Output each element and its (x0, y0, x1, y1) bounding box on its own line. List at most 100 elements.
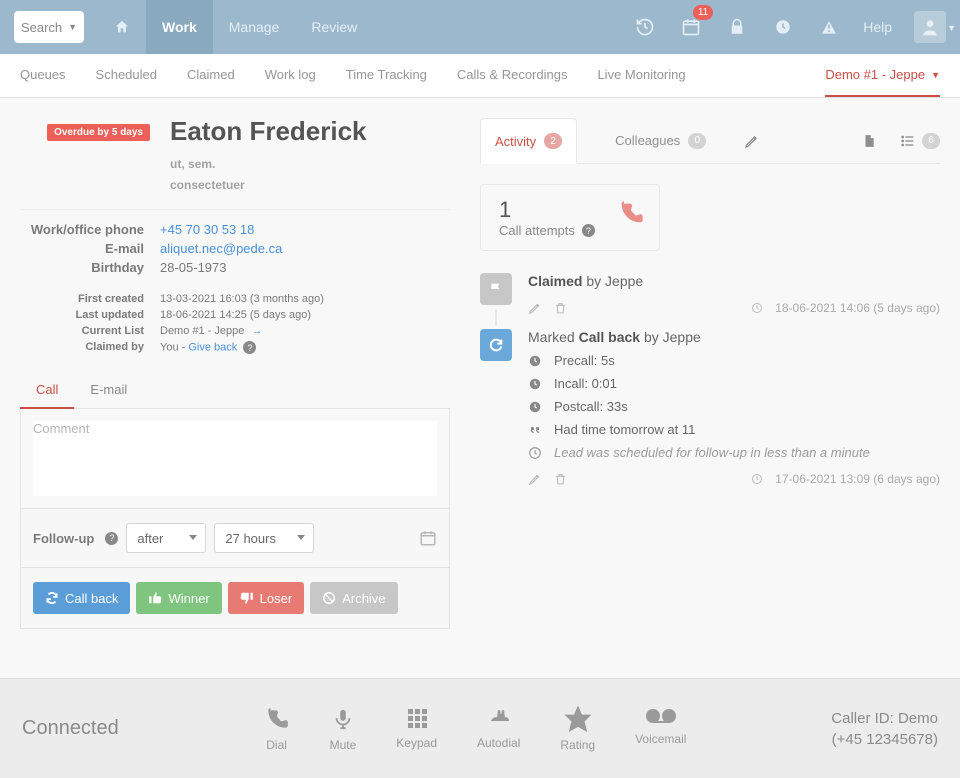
event-time: 17-06-2021 13:09 (6 days ago) (775, 472, 940, 486)
history-icon[interactable] (633, 15, 657, 39)
value-list: Demo #1 - Jeppe → (160, 325, 450, 337)
lead-info: Work/office phone +45 70 30 53 18 E-mail… (20, 222, 450, 354)
dial-button[interactable]: Dial (264, 706, 290, 752)
subnav-queues[interactable]: Queues (20, 54, 66, 97)
quote-icon (528, 423, 544, 437)
home-icon (114, 19, 130, 35)
label-phone: Work/office phone (20, 222, 160, 237)
subnav-scheduled[interactable]: Scheduled (96, 54, 157, 97)
thumbs-down-icon (240, 591, 254, 605)
timeline-item: Marked Call back by Jeppe Precall: 5s In… (480, 329, 940, 500)
phone-icon (264, 706, 290, 732)
edit-icon[interactable] (528, 472, 542, 486)
action-buttons: Call back Winner Loser Archive (20, 568, 450, 629)
dialer-bar: Connected Dial Mute Keypad Autodial Rati… (0, 678, 960, 778)
rating-button[interactable]: Rating (560, 706, 595, 752)
tab-call[interactable]: Call (20, 372, 74, 409)
lead-subtitle-1: ut, sem. (170, 155, 450, 174)
warning-icon[interactable] (817, 15, 841, 39)
subnav-claimed[interactable]: Claimed (187, 54, 235, 97)
subnav-demo[interactable]: Demo #1 - Jeppe ▼ (825, 54, 940, 97)
ban-icon (322, 591, 336, 605)
caret-down-icon: ▼ (947, 23, 956, 33)
edit-icon[interactable] (528, 301, 542, 315)
help-icon[interactable]: ? (105, 532, 118, 545)
connection-status: Connected (22, 717, 119, 740)
caret-down-icon: ▼ (931, 70, 940, 80)
value-birthday: 28-05-1973 (160, 260, 450, 275)
keypad-icon (405, 706, 429, 730)
followup-mode-select[interactable]: after (126, 523, 206, 553)
activity-panel: Activity 2 Colleagues 0 6 1 Call attempt… (480, 118, 940, 678)
trash-icon[interactable] (554, 472, 567, 486)
value-claimed: You - Give back ? (160, 341, 450, 354)
followup-delay-select[interactable]: 27 hours (214, 523, 314, 553)
call-attempts-card: 1 Call attempts ? (480, 184, 660, 251)
calendar-icon[interactable]: 11 (679, 15, 703, 39)
clock-icon (751, 302, 763, 314)
subnav-live[interactable]: Live Monitoring (597, 54, 685, 97)
keypad-button[interactable]: Keypad (396, 706, 437, 752)
tab-colleagues[interactable]: Colleagues 0 (601, 119, 720, 163)
comment-area (20, 409, 450, 509)
lead-name: Eaton Frederick (170, 116, 450, 147)
refresh-icon (480, 329, 512, 361)
lock-icon[interactable] (725, 15, 749, 39)
arrow-right-icon[interactable]: → (251, 325, 262, 337)
subnav-timetracking[interactable]: Time Tracking (346, 54, 427, 97)
comment-input[interactable] (33, 421, 437, 496)
caller-id: Caller ID: Demo (+45 12345678) (831, 708, 938, 750)
followup-row: Follow-up ? after 27 hours (20, 509, 450, 568)
followup-label: Follow-up (33, 531, 94, 546)
value-email[interactable]: aliquet.nec@pede.ca (160, 241, 282, 256)
label-created: First created (20, 293, 160, 305)
flag-icon (480, 273, 512, 305)
activity-tabs: Activity 2 Colleagues 0 6 (480, 118, 940, 164)
callback-button[interactable]: Call back (33, 582, 130, 614)
winner-button[interactable]: Winner (136, 582, 221, 614)
attempts-label: Call attempts (499, 223, 575, 238)
top-bar: Search ▼ Work Manage Review 11 Help ▼ (0, 0, 960, 54)
mute-button[interactable]: Mute (330, 706, 357, 752)
help-icon[interactable]: ? (243, 341, 256, 354)
lead-subtitle-2: consectetuer (170, 176, 450, 195)
label-email: E-mail (20, 241, 160, 256)
compose-tabs: Call E-mail (20, 372, 450, 409)
colleagues-count: 0 (688, 133, 706, 149)
user-avatar[interactable]: ▼ (914, 11, 946, 43)
nav-review[interactable]: Review (295, 0, 373, 54)
calendar-icon[interactable] (419, 529, 437, 547)
help-link[interactable]: Help (863, 19, 892, 35)
give-back-link[interactable]: Give back (188, 342, 237, 354)
value-updated: 18-06-2021 14:25 (5 days ago) (160, 309, 450, 321)
event-time: 18-06-2021 14:06 (5 days ago) (775, 301, 940, 315)
document-icon[interactable] (862, 133, 876, 149)
subnav-calls[interactable]: Calls & Recordings (457, 54, 568, 97)
event-title: Marked Call back by Jeppe (528, 329, 940, 345)
nav-work[interactable]: Work (146, 0, 213, 54)
dialer-actions: Dial Mute Keypad Autodial Rating Voicema… (264, 706, 687, 752)
loser-button[interactable]: Loser (228, 582, 305, 614)
trash-icon[interactable] (554, 301, 567, 315)
subnav-worklog[interactable]: Work log (265, 54, 316, 97)
label-birthday: Birthday (20, 260, 160, 275)
list-icon[interactable]: 6 (900, 133, 940, 149)
clock-icon[interactable] (771, 15, 795, 39)
help-icon[interactable]: ? (582, 224, 595, 237)
clock-icon (528, 400, 544, 414)
clock-icon (751, 473, 763, 485)
nav-manage[interactable]: Manage (213, 0, 296, 54)
label-list: Current List (20, 325, 160, 337)
caret-down-icon: ▼ (68, 22, 77, 32)
edit-icon[interactable] (744, 133, 760, 149)
autodial-button[interactable]: Autodial (477, 706, 520, 752)
tab-activity[interactable]: Activity 2 (480, 118, 577, 164)
nav-home[interactable] (98, 0, 146, 54)
value-phone[interactable]: +45 70 30 53 18 (160, 222, 254, 237)
clock-icon (528, 377, 544, 391)
search-dropdown[interactable]: Search ▼ (14, 11, 84, 43)
timeline-item: Claimed by Jeppe 18-06-2021 14 (480, 273, 940, 329)
tab-email[interactable]: E-mail (74, 372, 143, 408)
voicemail-button[interactable]: Voicemail (635, 706, 686, 752)
archive-button[interactable]: Archive (310, 582, 397, 614)
